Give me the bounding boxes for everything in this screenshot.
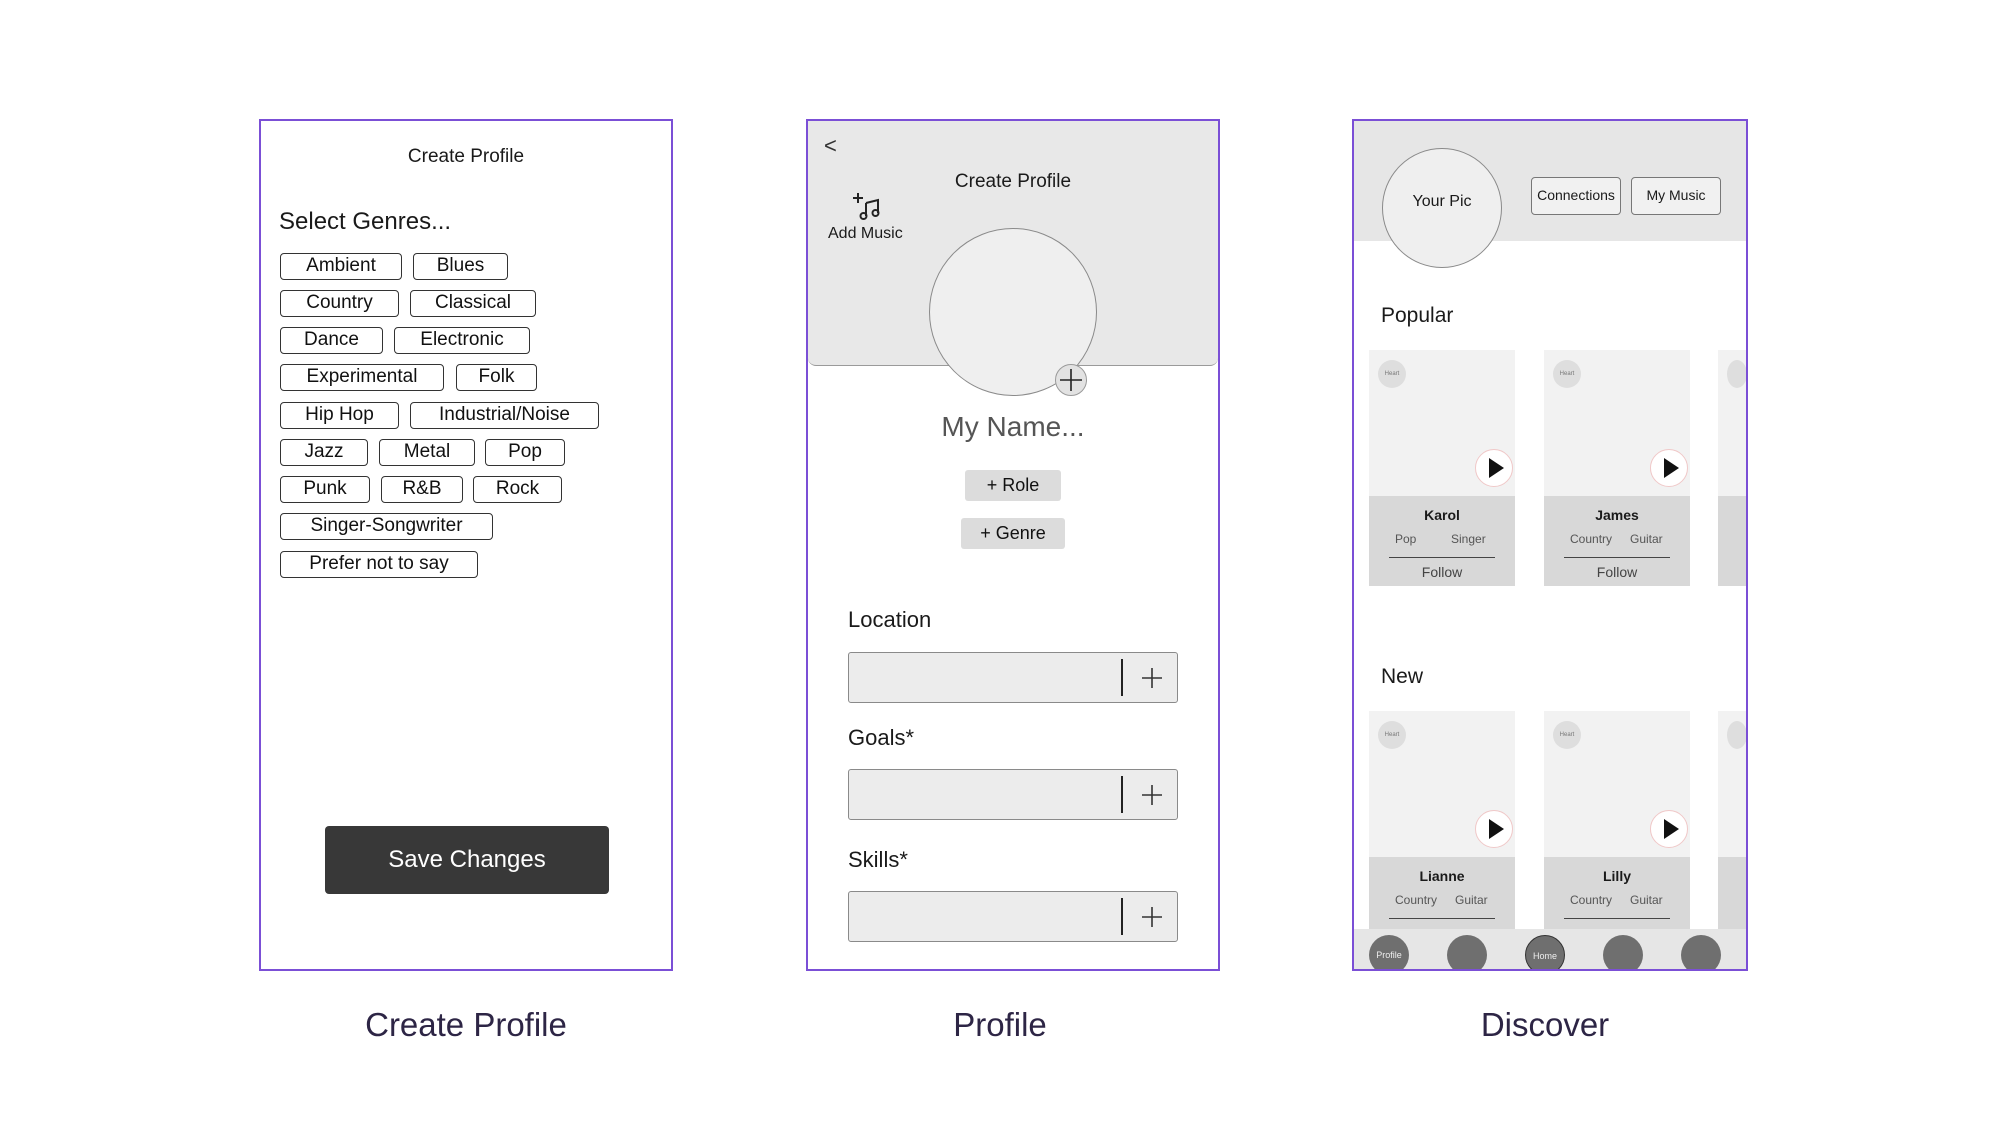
add-music-icon[interactable] bbox=[852, 191, 882, 226]
card-divider bbox=[1564, 918, 1670, 919]
add-skill-icon[interactable] bbox=[1135, 900, 1169, 934]
caption-profile: Profile bbox=[953, 1006, 1047, 1043]
my-music-button[interactable]: My Music bbox=[1631, 177, 1721, 215]
add-location-icon[interactable] bbox=[1135, 661, 1169, 695]
card-divider bbox=[1564, 557, 1670, 558]
add-role-button[interactable]: + Role bbox=[965, 470, 1061, 501]
follow-button[interactable]: Follow bbox=[1544, 564, 1690, 580]
genre-chip-country[interactable]: Country bbox=[280, 290, 399, 317]
artist-card-partial[interactable] bbox=[1718, 350, 1746, 586]
screen-title: Create Profile bbox=[407, 146, 525, 167]
location-field[interactable] bbox=[848, 652, 1178, 703]
heart-icon[interactable]: Heart bbox=[1378, 721, 1406, 749]
nav-button[interactable] bbox=[1603, 935, 1643, 969]
select-genres-heading: Select Genres... bbox=[279, 208, 452, 235]
goals-label: Goals* bbox=[848, 725, 915, 750]
genre-chip-classical[interactable]: Classical bbox=[410, 290, 536, 317]
play-icon[interactable] bbox=[1650, 810, 1688, 848]
genre-chip-blues[interactable]: Blues bbox=[413, 253, 508, 280]
artist-genre: Pop bbox=[1395, 532, 1417, 546]
goals-field[interactable] bbox=[848, 769, 1178, 820]
artist-genre: Country bbox=[1570, 893, 1613, 907]
skills-label: Skills* bbox=[848, 847, 908, 872]
card-divider bbox=[1389, 557, 1495, 558]
card-divider bbox=[1389, 918, 1495, 919]
caption-create-profile: Create Profile bbox=[365, 1006, 567, 1043]
genre-chip-jazz[interactable]: Jazz bbox=[280, 439, 368, 466]
nav-profile-button[interactable]: Profile bbox=[1369, 935, 1409, 969]
your-pic-avatar[interactable]: Your Pic bbox=[1382, 148, 1502, 268]
genre-chip-experimental[interactable]: Experimental bbox=[280, 364, 444, 391]
artist-card-partial[interactable] bbox=[1718, 711, 1746, 947]
artist-card[interactable]: Heart James Country Guitar Follow bbox=[1544, 350, 1690, 586]
field-divider bbox=[1121, 659, 1123, 696]
genre-chip-dance[interactable]: Dance bbox=[280, 327, 383, 354]
heart-icon[interactable] bbox=[1727, 360, 1746, 388]
artist-card[interactable]: Heart Lianne Country Guitar bbox=[1369, 711, 1515, 947]
genre-chip-rock[interactable]: Rock bbox=[473, 476, 562, 503]
artist-role: Singer bbox=[1451, 532, 1486, 546]
genre-chip-punk[interactable]: Punk bbox=[280, 476, 370, 503]
heart-icon[interactable]: Heart bbox=[1553, 721, 1581, 749]
heart-icon[interactable] bbox=[1727, 721, 1746, 749]
profile-screen: < Add Music Create Profile My Name... + … bbox=[806, 119, 1220, 971]
artist-role: Guitar bbox=[1630, 532, 1663, 546]
artist-name: Lilly bbox=[1602, 868, 1631, 884]
add-goal-icon[interactable] bbox=[1135, 778, 1169, 812]
new-heading: New bbox=[1381, 665, 1424, 688]
nav-home-button[interactable]: Home bbox=[1525, 935, 1565, 969]
save-changes-button[interactable]: Save Changes bbox=[325, 826, 609, 894]
artist-genre: Country bbox=[1570, 532, 1613, 546]
play-icon[interactable] bbox=[1475, 449, 1513, 487]
screen-title: Create Profile bbox=[954, 171, 1072, 192]
popular-heading: Popular bbox=[1381, 304, 1454, 327]
play-icon[interactable] bbox=[1475, 810, 1513, 848]
back-icon[interactable]: < bbox=[824, 133, 837, 159]
genre-chip-singer-songwriter[interactable]: Singer-Songwriter bbox=[280, 513, 493, 540]
artist-name: Karol bbox=[1424, 507, 1460, 523]
add-music-label[interactable]: Add Music bbox=[828, 225, 948, 243]
genre-chip-rnb[interactable]: R&B bbox=[381, 476, 463, 503]
genre-chip-metal[interactable]: Metal bbox=[379, 439, 475, 466]
follow-button[interactable]: Follow bbox=[1369, 564, 1515, 580]
artist-role: Guitar bbox=[1630, 893, 1663, 907]
create-profile-screen: Create Profile Select Genres... Ambient … bbox=[259, 119, 673, 971]
discover-screen: Your Pic Connections My Music Popular He… bbox=[1352, 119, 1748, 971]
field-divider bbox=[1121, 898, 1123, 935]
heart-icon[interactable]: Heart bbox=[1553, 360, 1581, 388]
artist-card[interactable]: Heart Lilly Country Guitar bbox=[1544, 711, 1690, 947]
heart-icon[interactable]: Heart bbox=[1378, 360, 1406, 388]
connections-button[interactable]: Connections bbox=[1531, 177, 1621, 215]
add-photo-icon[interactable] bbox=[1055, 364, 1087, 396]
nav-button[interactable] bbox=[1447, 935, 1487, 969]
genre-chip-industrial-noise[interactable]: Industrial/Noise bbox=[410, 402, 599, 429]
card-info-panel bbox=[1718, 496, 1746, 586]
artist-role: Guitar bbox=[1455, 893, 1488, 907]
artist-name: James bbox=[1595, 507, 1639, 523]
name-placeholder[interactable]: My Name... bbox=[808, 411, 1218, 443]
artist-name: Lianne bbox=[1419, 868, 1465, 884]
genre-chip-prefer-not-to-say[interactable]: Prefer not to say bbox=[280, 551, 478, 578]
genre-chip-ambient[interactable]: Ambient bbox=[280, 253, 402, 280]
location-label: Location bbox=[848, 607, 932, 632]
artist-card[interactable]: Heart Karol Pop Singer Follow bbox=[1369, 350, 1515, 586]
nav-button[interactable] bbox=[1681, 935, 1721, 969]
artist-genre: Country bbox=[1395, 893, 1438, 907]
genre-chip-hip-hop[interactable]: Hip Hop bbox=[280, 402, 399, 429]
add-genre-button[interactable]: + Genre bbox=[961, 518, 1065, 549]
genre-chip-pop[interactable]: Pop bbox=[485, 439, 565, 466]
skills-field[interactable] bbox=[848, 891, 1178, 942]
genre-chip-electronic[interactable]: Electronic bbox=[394, 327, 530, 354]
play-icon[interactable] bbox=[1650, 449, 1688, 487]
field-divider bbox=[1121, 776, 1123, 813]
caption-discover: Discover bbox=[1480, 1006, 1610, 1043]
genre-chip-folk[interactable]: Folk bbox=[456, 364, 537, 391]
